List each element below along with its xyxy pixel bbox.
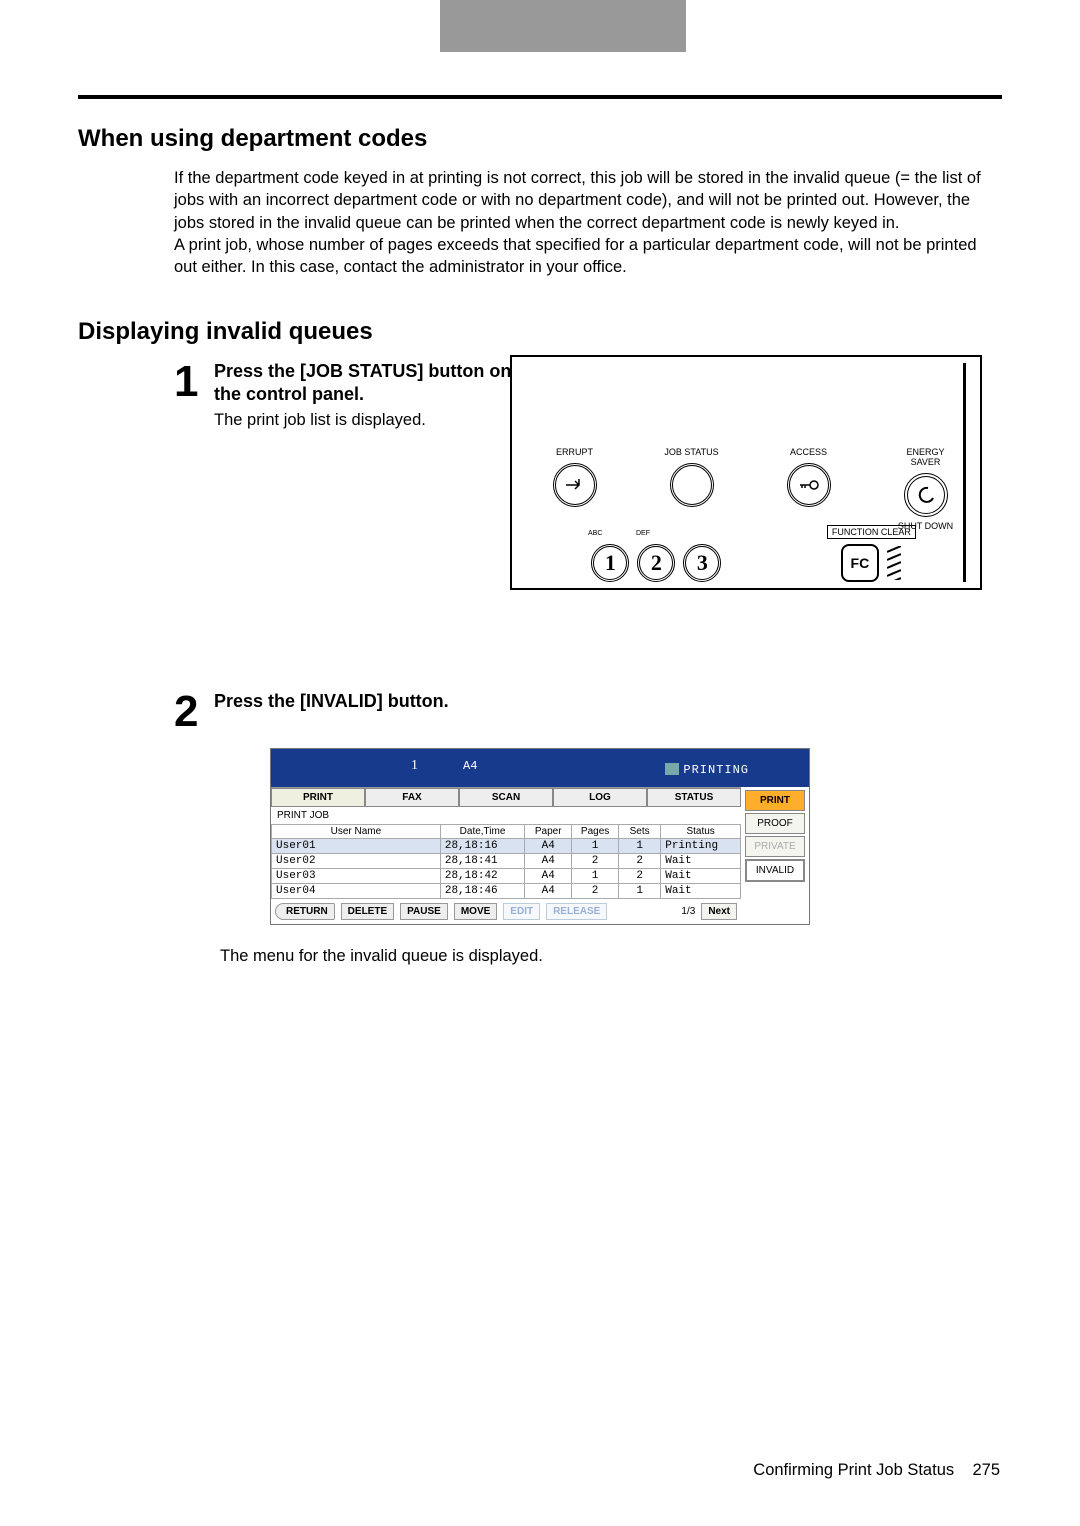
page-indicator: 1/3	[681, 906, 695, 917]
side-private-button[interactable]: PRIVATE	[745, 836, 805, 857]
delete-button[interactable]: DELETE	[341, 903, 394, 920]
page-footer: Confirming Print Job Status 275	[753, 1461, 1000, 1480]
fc-button[interactable]: FC	[841, 544, 879, 582]
panel-def-label: DEF	[636, 530, 650, 537]
side-invalid-button[interactable]: INVALID	[745, 859, 805, 882]
job-table: User Name Date,Time Paper Pages Sets Sta…	[271, 824, 741, 899]
col-datetime: Date,Time	[440, 825, 524, 839]
move-button[interactable]: MOVE	[454, 903, 497, 920]
control-panel-figure: ERRUPT JOB STATUS ACCESS ENERGY SAVER	[510, 355, 982, 590]
col-sets: Sets	[619, 825, 661, 839]
interrupt-button[interactable]	[553, 463, 597, 507]
job-status-screen: 1 A4 PRINTING PRINT FAX SCAN LOG STATUS …	[270, 748, 810, 925]
panel-label-access: ACCESS	[750, 447, 867, 457]
numpad-3[interactable]: 3	[683, 544, 721, 582]
step-2-number: 2	[174, 690, 214, 734]
tab-scan[interactable]: SCAN	[459, 788, 553, 807]
next-button[interactable]: Next	[701, 903, 737, 920]
release-button[interactable]: RELEASE	[546, 903, 607, 920]
edit-button[interactable]: EDIT	[503, 903, 540, 920]
step-2-title: Press the [INVALID] button.	[214, 690, 1002, 713]
intro-paragraph: If the department code keyed in at print…	[174, 167, 1002, 278]
step-2-after: The menu for the invalid queue is displa…	[220, 947, 1002, 966]
screen-status-text: PRINTING	[683, 763, 749, 777]
screen-paper: A4	[463, 759, 477, 773]
step-1-title: Press the [JOB STATUS] button on the con…	[214, 360, 514, 405]
header-gray-block	[440, 0, 686, 52]
footer-title: Confirming Print Job Status	[753, 1461, 954, 1479]
return-button[interactable]: RETURN	[275, 903, 335, 920]
function-clear-label: FUNCTION CLEAR	[827, 525, 916, 539]
printing-icon	[665, 763, 679, 775]
panel-label-jobstatus: JOB STATUS	[633, 447, 750, 457]
hatch-icon	[887, 544, 902, 582]
screen-count: 1	[411, 758, 418, 774]
tab-status[interactable]: STATUS	[647, 788, 741, 807]
panel-abc-label: ABC	[588, 530, 602, 537]
tab-print[interactable]: PRINT	[271, 788, 365, 807]
step-1-sub: The print job list is displayed.	[214, 411, 514, 430]
heading-main: When using department codes	[78, 125, 1002, 153]
col-paper: Paper	[525, 825, 572, 839]
tab-log[interactable]: LOG	[553, 788, 647, 807]
pause-button[interactable]: PAUSE	[400, 903, 448, 920]
numpad-2[interactable]: 2	[637, 544, 675, 582]
job-status-button[interactable]	[670, 463, 714, 507]
col-status: Status	[661, 825, 741, 839]
panel-label-interrupt: ERRUPT	[516, 447, 633, 457]
col-pages: Pages	[572, 825, 619, 839]
rule-top	[78, 95, 1002, 99]
numpad-1[interactable]: 1	[591, 544, 629, 582]
panel-label-energy: ENERGY SAVER	[867, 447, 984, 467]
screen-subtitle: PRINT JOB	[271, 807, 741, 824]
side-proof-button[interactable]: PROOF	[745, 813, 805, 834]
table-row[interactable]: User0328,18:42A412Wait	[272, 869, 741, 884]
footer-page: 275	[972, 1461, 1000, 1479]
table-row[interactable]: User0128,18:16A411Printing	[272, 839, 741, 854]
step-2: 2 Press the [INVALID] button.	[78, 690, 1002, 734]
energy-saver-button[interactable]	[904, 473, 948, 517]
tab-fax[interactable]: FAX	[365, 788, 459, 807]
table-row[interactable]: User0228,18:41A422Wait	[272, 854, 741, 869]
col-user: User Name	[272, 825, 441, 839]
side-print-button[interactable]: PRINT	[745, 790, 805, 811]
access-button[interactable]	[787, 463, 831, 507]
heading-sub: Displaying invalid queues	[78, 318, 1002, 346]
table-row[interactable]: User0428,18:46A421Wait	[272, 884, 741, 899]
step-1-number: 1	[174, 360, 214, 430]
